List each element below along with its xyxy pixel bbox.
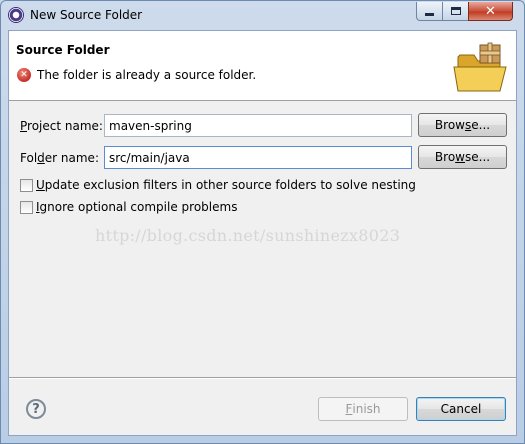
- project-name-label: Project name:: [20, 119, 103, 133]
- folder-browse-button[interactable]: Bro w se...: [418, 145, 507, 169]
- page-title: Source Folder: [16, 43, 110, 57]
- dialog-window: New Source Folder ✕ Source Folder ✕ The …: [0, 0, 525, 444]
- dialog-header: Source Folder ✕ The folder is already a …: [9, 31, 516, 101]
- maximize-button[interactable]: [442, 2, 469, 21]
- minimize-button[interactable]: [416, 2, 443, 21]
- project-browse-button[interactable]: Brow s e...: [418, 113, 507, 137]
- cancel-button[interactable]: Cancel: [416, 397, 506, 421]
- ignore-optional-option[interactable]: Ignore optional compile problems: [20, 200, 237, 214]
- ignore-optional-label: Ignore optional compile problems: [36, 200, 238, 214]
- folder-name-input[interactable]: [104, 146, 412, 169]
- title-bar[interactable]: New Source Folder ✕: [1, 1, 524, 31]
- button-bar-separator: [9, 377, 516, 379]
- close-button[interactable]: ✕: [468, 2, 513, 21]
- maximize-icon: [450, 7, 461, 15]
- ignore-optional-checkbox[interactable]: [20, 200, 33, 214]
- update-exclusion-option[interactable]: Update exclusion filters in other source…: [20, 178, 416, 192]
- update-exclusion-checkbox[interactable]: [20, 178, 33, 192]
- finish-button[interactable]: Finish: [318, 397, 408, 421]
- folder-name-label: Folder name:: [20, 151, 99, 165]
- dialog-client-area: Source Folder ✕ The folder is already a …: [8, 30, 517, 436]
- minimize-icon: [425, 12, 434, 16]
- update-exclusion-label: Update exclusion filters in other source…: [36, 178, 416, 192]
- error-message: The folder is already a source folder.: [37, 68, 257, 82]
- close-icon: ✕: [485, 3, 496, 19]
- eclipse-icon: [8, 7, 24, 23]
- watermark-text: http://blog.csdn.net/sunshinezx8023: [95, 226, 401, 245]
- error-icon: ✕: [17, 68, 31, 82]
- help-icon[interactable]: ?: [26, 399, 46, 419]
- open-folder-package-icon: [453, 42, 507, 92]
- window-title: New Source Folder: [30, 8, 143, 22]
- project-name-input[interactable]: [104, 114, 412, 137]
